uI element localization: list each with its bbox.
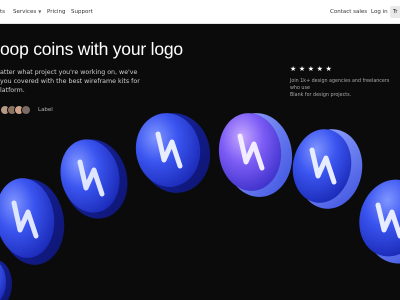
coin [135, 113, 211, 193]
coin [0, 178, 65, 265]
coin [60, 139, 128, 219]
coin-illustration [0, 113, 400, 300]
coin [218, 113, 293, 197]
coin [0, 260, 12, 300]
coin [292, 129, 363, 209]
